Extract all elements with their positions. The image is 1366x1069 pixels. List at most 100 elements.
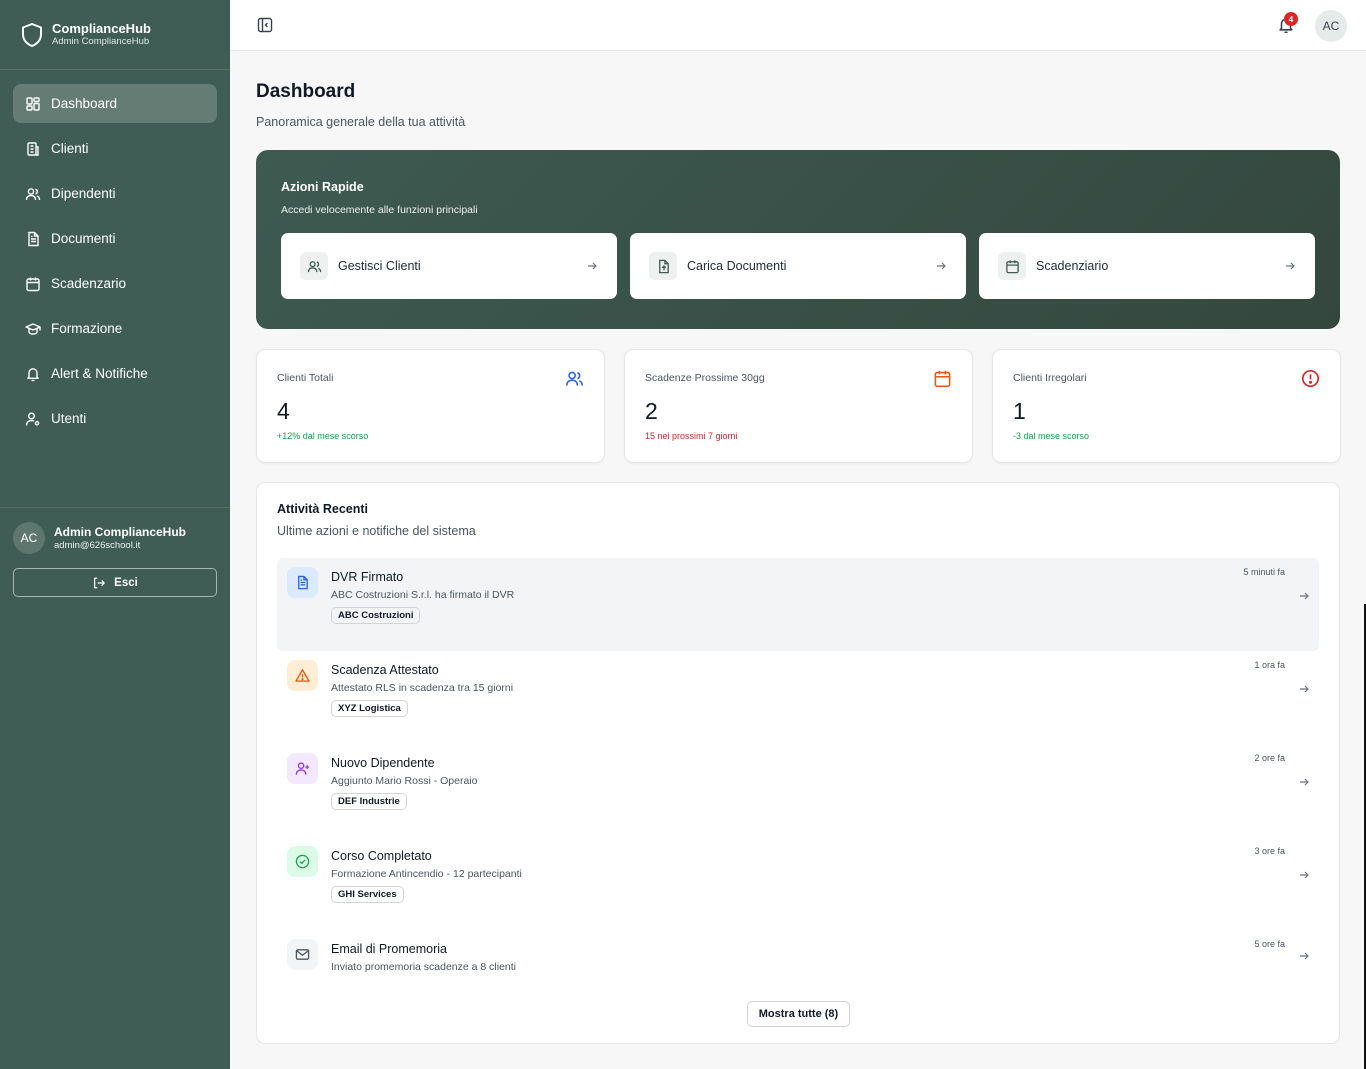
sidebar-item-alert-notifiche[interactable]: Alert & Notifiche: [13, 354, 217, 393]
stat-note: -3 dal mese scorso: [1013, 431, 1090, 441]
activity-title: Corso Completato: [331, 849, 432, 863]
quick-action-gestisci-clienti[interactable]: Gestisci Clienti: [281, 233, 617, 299]
sidebar-item-dipendenti[interactable]: Dipendenti: [13, 174, 217, 213]
activity-description: Aggiunto Mario Rossi - Operaio: [331, 775, 478, 787]
sidebar-item-label: Documenti: [51, 231, 116, 246]
stat-value: 4: [277, 398, 290, 424]
sidebar-item-utenti[interactable]: Utenti: [13, 399, 217, 438]
stat-note: +12% dal mese scorso: [277, 431, 369, 441]
calendar-icon: [1005, 259, 1019, 273]
sidebar-toggle-icon[interactable]: [257, 17, 273, 33]
arrow-right-icon: [1300, 871, 1309, 879]
layout-grid-icon: [26, 96, 40, 111]
calendar-icon: [934, 370, 951, 387]
sidebar-user: AC Admin ComplianceHub admin@626school.i…: [13, 522, 217, 554]
quick-actions-panel: Azioni Rapide Accedi velocemente alle fu…: [256, 150, 1340, 329]
avatar: AC: [13, 522, 45, 554]
user-name: Admin ComplianceHub: [54, 524, 187, 539]
users-icon: [307, 260, 321, 272]
arrow-right-icon: [1300, 592, 1309, 600]
activity-item[interactable]: Nuovo Dipendente Aggiunto Mario Rossi - …: [277, 744, 1319, 837]
sidebar-item-documenti[interactable]: Documenti: [13, 219, 217, 258]
sidebar-item-label: Dipendenti: [51, 186, 116, 201]
logout-button[interactable]: Esci: [13, 568, 217, 597]
warning-triangle-icon: [295, 669, 310, 682]
quick-action-icon-wrap: [300, 252, 328, 280]
sidebar-item-dashboard[interactable]: Dashboard: [13, 84, 217, 123]
logout-icon: [94, 577, 106, 588]
stat-value: 2: [645, 398, 658, 424]
activity-item[interactable]: Corso Completato Formazione Antincendio …: [277, 837, 1319, 930]
arrow-right-icon: [1300, 778, 1309, 786]
activity-icon-wrap: [287, 660, 318, 691]
activity-client-tag: XYZ Logistica: [331, 700, 408, 717]
arrow-right-icon: [1300, 952, 1309, 960]
stat-card-clienti-totali[interactable]: Clienti Totali 4 +12% dal mese scorso: [256, 349, 605, 463]
activity-time: 1 ora fa: [1254, 660, 1285, 670]
sidebar-item-label: Formazione: [51, 321, 123, 336]
user-avatar-button[interactable]: AC: [1315, 10, 1347, 42]
quick-action-scadenziario[interactable]: Scadenziario: [979, 233, 1315, 299]
sidebar-item-formazione[interactable]: Formazione: [13, 309, 217, 348]
quick-action-label: Carica Documenti: [687, 259, 787, 273]
sidebar-nav: Dashboard Clienti Dipendenti Documenti S…: [0, 70, 230, 438]
sidebar-user-panel: AC Admin ComplianceHub admin@626school.i…: [0, 507, 230, 597]
activity-time: 5 ore fa: [1254, 939, 1285, 949]
sidebar-item-label: Clienti: [51, 141, 89, 156]
user-cog-icon: [25, 412, 40, 426]
brand-subtitle: Admin ComplianceHub: [52, 36, 150, 47]
user-email: admin@626school.it: [54, 539, 141, 551]
stat-label: Scadenze Prossime 30gg: [645, 372, 765, 384]
mail-icon: [295, 949, 310, 960]
brand[interactable]: ComplianceHub Admin ComplianceHub: [0, 0, 230, 70]
activity-item[interactable]: Email di Promemoria Inviato promemoria s…: [277, 930, 1319, 1010]
activity-description: ABC Costruzioni S.r.l. ha firmato il DVR: [331, 589, 515, 601]
user-plus-icon: [295, 762, 310, 775]
stats-row: Clienti Totali 4 +12% dal mese scorso Sc…: [256, 349, 1341, 463]
building-icon: [27, 141, 39, 156]
quick-action-label: Scadenziario: [1036, 259, 1109, 273]
activity-list: DVR Firmato ABC Costruzioni S.r.l. ha fi…: [277, 558, 1319, 1010]
activity-title: DVR Firmato: [331, 570, 404, 584]
logout-label: Esci: [114, 576, 138, 589]
quick-action-carica-documenti[interactable]: Carica Documenti: [630, 233, 966, 299]
sidebar-item-label: Scadenzario: [51, 276, 127, 291]
activity-description: Inviato promemoria scadenze a 8 clienti: [331, 961, 517, 973]
file-text-icon: [28, 231, 39, 246]
activity-title: Email di Promemoria: [331, 942, 448, 956]
users-icon: [25, 187, 41, 200]
activity-time: 3 ore fa: [1254, 846, 1285, 856]
show-all-button[interactable]: Mostra tutte (8): [747, 1001, 850, 1027]
topbar: 4 AC: [230, 0, 1366, 51]
activity-icon-wrap: [287, 567, 318, 598]
quick-action-label: Gestisci Clienti: [338, 259, 421, 273]
page-title: Dashboard: [256, 81, 356, 102]
activity-client-tag: DEF Industrie: [331, 793, 407, 810]
activity-item[interactable]: Scadenza Attestato Attestato RLS in scad…: [277, 651, 1319, 744]
sidebar: ComplianceHub Admin ComplianceHub Dashbo…: [0, 0, 230, 1069]
stat-label: Clienti Totali: [277, 372, 334, 384]
shield-icon: [22, 22, 42, 47]
activity-icon-wrap: [287, 846, 318, 877]
stat-card-clienti-irregolari[interactable]: Clienti Irregolari 1 -3 dal mese scorso: [992, 349, 1341, 463]
arrow-right-icon: [1286, 262, 1295, 270]
notifications-badge: 4: [1284, 12, 1298, 26]
activity-time: 2 ore fa: [1254, 753, 1285, 763]
stat-card-scadenze-prossime[interactable]: Scadenze Prossime 30gg 2 15 nei prossimi…: [624, 349, 973, 463]
sidebar-item-clienti[interactable]: Clienti: [13, 129, 217, 168]
recent-activity-title: Attività Recenti: [277, 502, 368, 516]
sidebar-item-scadenzario[interactable]: Scadenzario: [13, 264, 217, 303]
activity-title: Scadenza Attestato: [331, 663, 439, 677]
sidebar-item-label: Dashboard: [51, 96, 118, 111]
quick-actions-title: Azioni Rapide: [281, 180, 364, 194]
brand-title: ComplianceHub: [52, 21, 151, 36]
graduation-cap-icon: [25, 322, 41, 335]
activity-description: Attestato RLS in scadenza tra 15 giorni: [331, 682, 514, 694]
recent-activity-panel: Attività Recenti Ultime azioni e notific…: [256, 482, 1340, 1044]
activity-item[interactable]: DVR Firmato ABC Costruzioni S.r.l. ha fi…: [277, 558, 1319, 651]
stat-value: 1: [1013, 398, 1026, 424]
users-icon: [566, 371, 583, 386]
activity-title: Nuovo Dipendente: [331, 756, 435, 770]
stat-note: 15 nei prossimi 7 giorni: [645, 431, 738, 441]
file-upload-icon: [658, 259, 669, 273]
